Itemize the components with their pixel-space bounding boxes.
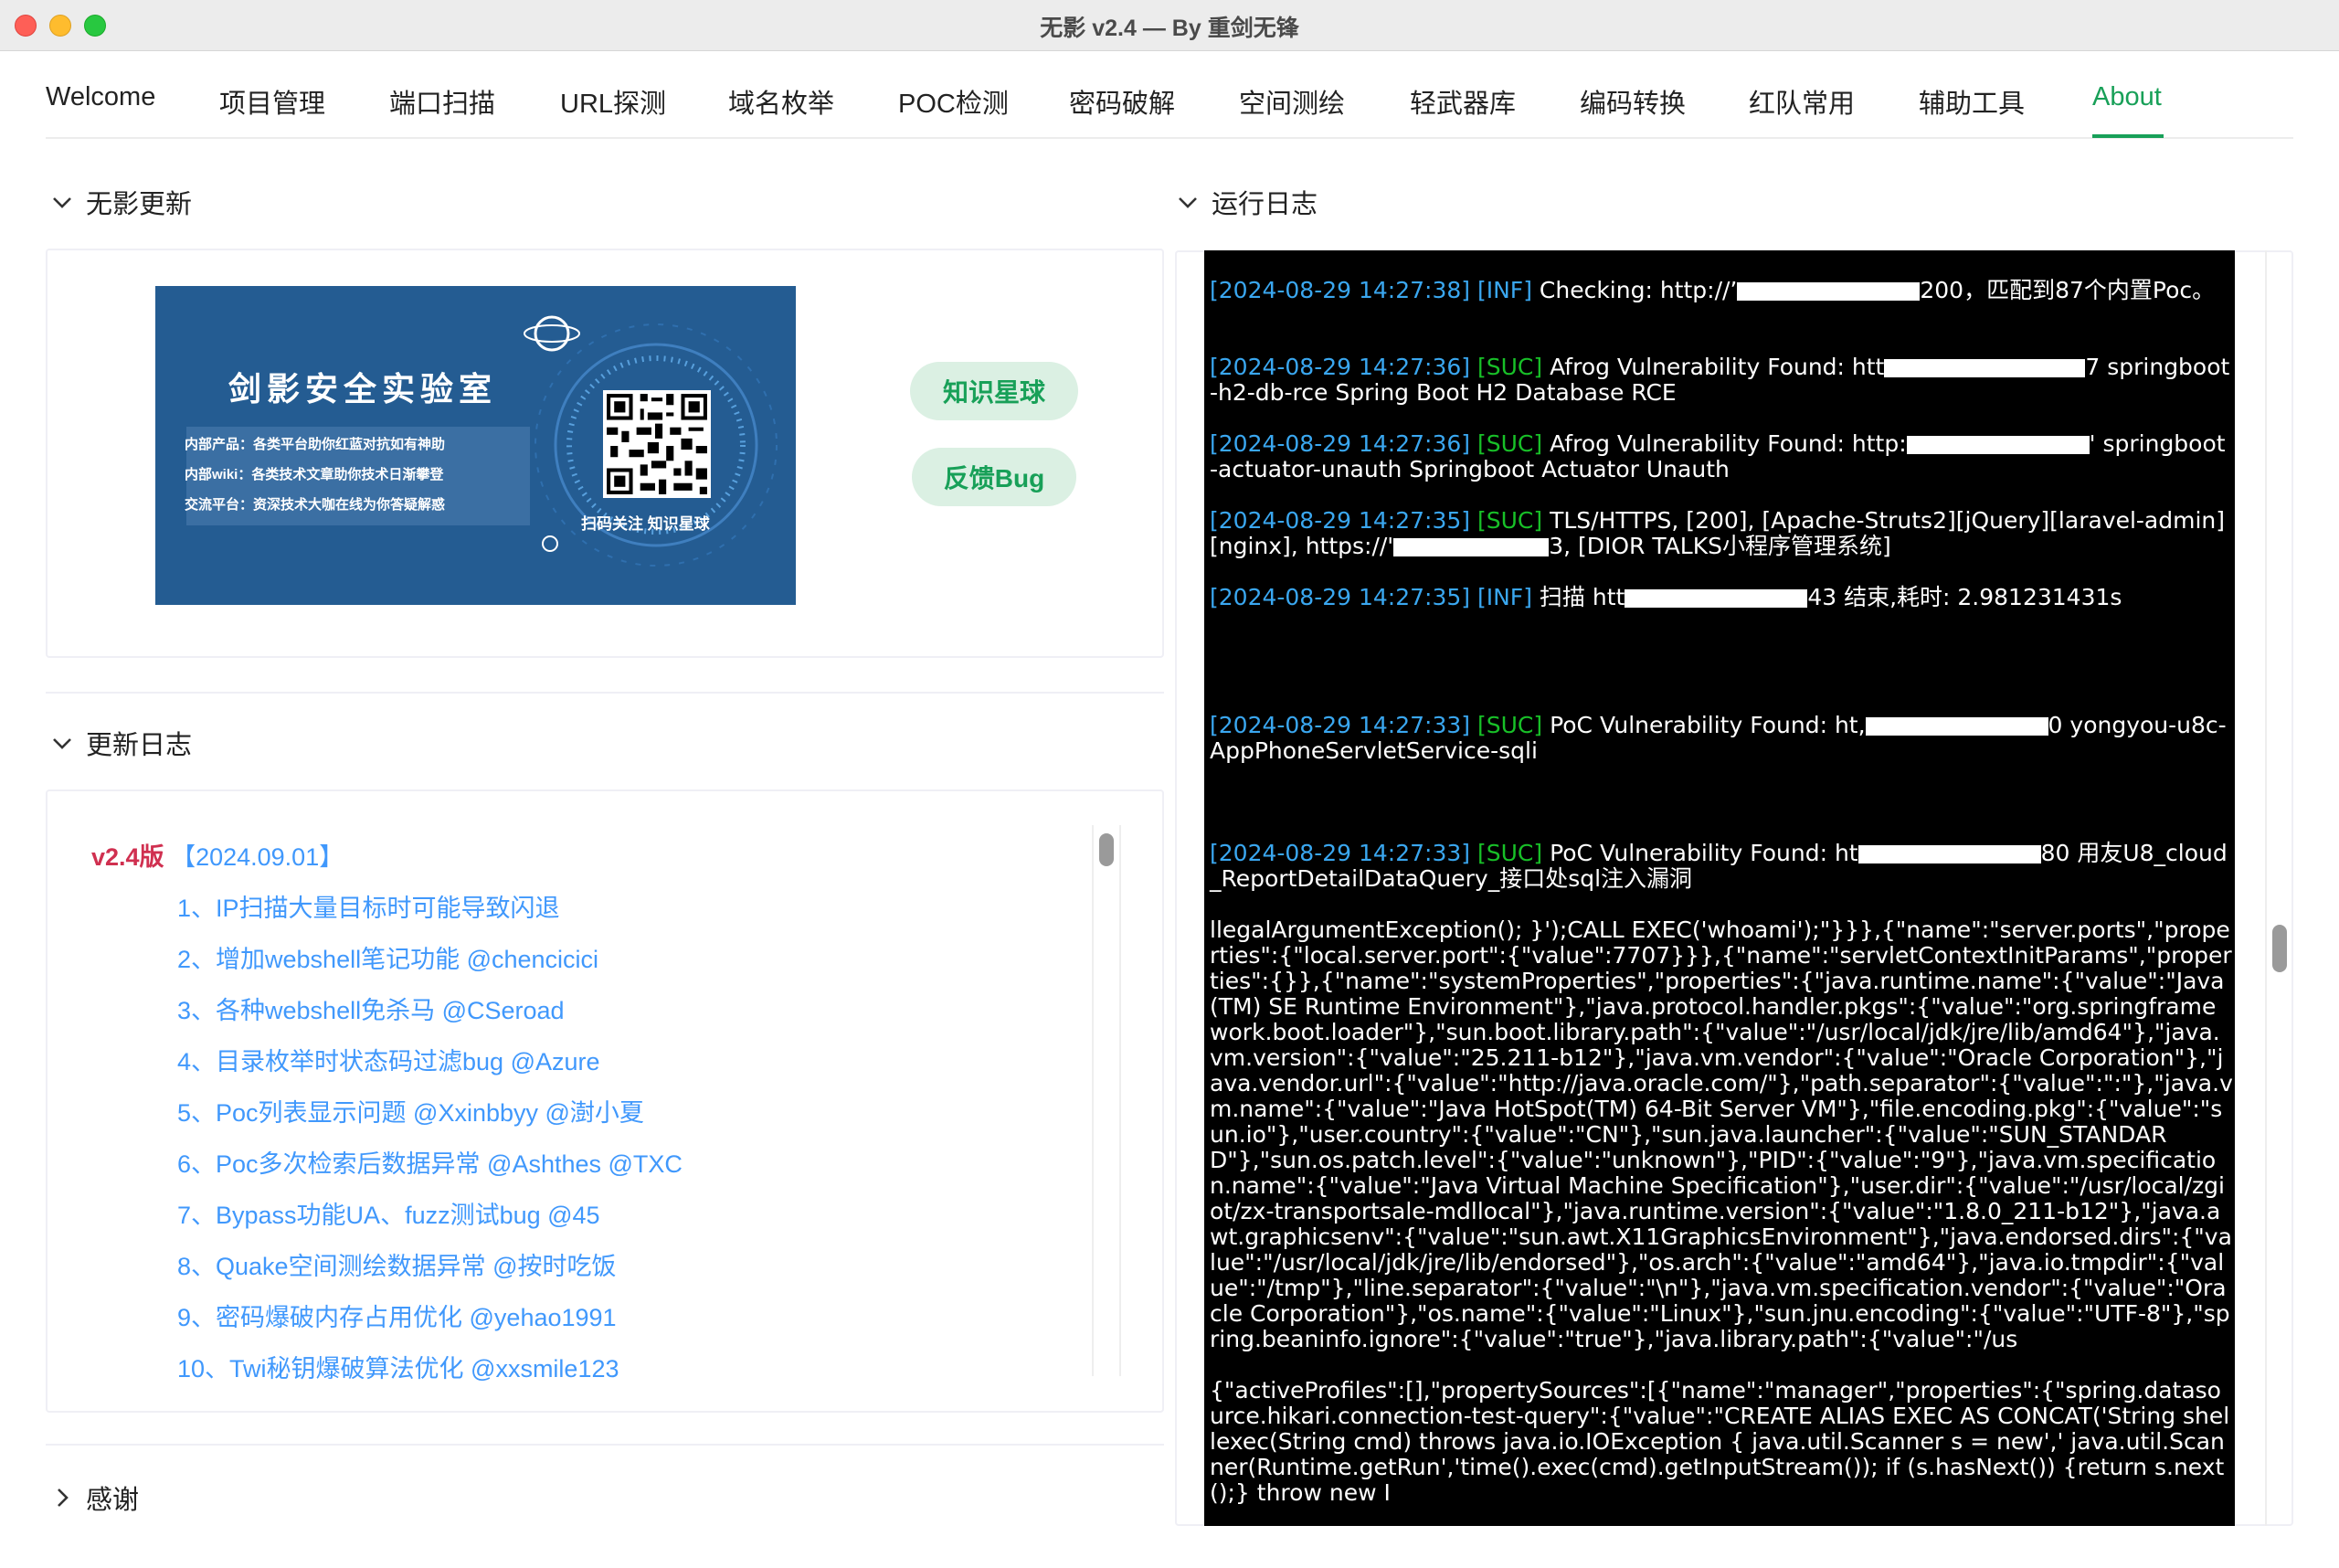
redaction-mask <box>1857 845 2041 863</box>
update-section-title: 无影更新 <box>86 190 193 219</box>
redaction-mask <box>1393 538 1550 556</box>
qr-code-icon <box>603 390 711 498</box>
chevron-down-icon <box>1179 197 1197 208</box>
banner-line: 内部产品：各类平台助你红蓝对抗如有神助 <box>185 437 446 452</box>
thanks-section-header[interactable]: 感谢 <box>48 1478 139 1517</box>
log-entry: llegalArgumentException(); }');CALL EXEC… <box>1210 916 2233 1352</box>
tab-encoding[interactable]: 编码转换 <box>1580 82 1686 121</box>
changelog-item: 8、Quake空间测绘数据异常 @按时吃饭 <box>177 1253 617 1280</box>
tab-space-mapping[interactable]: 空间测绘 <box>1239 82 1345 121</box>
changelog-scrollbar[interactable] <box>1092 825 1121 1376</box>
banner-info-box: 内部产品：各类平台助你红蓝对抗如有神助 内部wiki：各类技术文章助你技术日渐攀… <box>185 427 530 525</box>
changelog-item: 5、Poc列表显示问题 @Xxinbbyy @澍小夏 <box>177 1099 644 1127</box>
changelog-section-title: 更新日志 <box>86 731 193 760</box>
chevron-down-icon <box>53 738 71 749</box>
changelog-item: 3、各种webshell免杀马 @CSeroad <box>177 997 565 1024</box>
redaction-mask <box>1737 282 1921 301</box>
section-divider <box>46 692 1164 694</box>
active-tab-indicator <box>2092 134 2164 138</box>
changelog-section-header[interactable]: 更新日志 <box>48 724 192 762</box>
thanks-section-title: 感谢 <box>86 1486 140 1515</box>
tab-red-team[interactable]: 红队常用 <box>1749 82 1855 121</box>
banner-line: 内部wiki：各类技术文章助你技术日渐攀登 <box>185 467 444 482</box>
tab-light-arsenal[interactable]: 轻武器库 <box>1410 82 1516 121</box>
changelog-scroll-thumb[interactable] <box>1099 833 1114 866</box>
report-bug-button[interactable]: 反馈Bug <box>912 448 1076 506</box>
tab-port-scan[interactable]: 端口扫描 <box>389 82 495 121</box>
app-window: 无影 v2.4 — By 重剑无锋 Welcome 项目管理 端口扫描 URL探… <box>0 0 2339 1568</box>
knowledge-planet-button[interactable]: 知识星球 <box>910 362 1078 420</box>
redaction-mask <box>1625 589 1808 608</box>
tab-poc-check[interactable]: POC检测 <box>898 82 1009 121</box>
log-entry: [2024-08-29 14:27:36] [SUC] Afrog Vulner… <box>1210 354 2230 406</box>
log-scroll-thumb[interactable] <box>2272 925 2287 972</box>
redaction-mask <box>1884 359 2086 377</box>
redaction-mask <box>1865 717 2048 736</box>
title-bar: 无影 v2.4 — By 重剑无锋 <box>0 0 2339 51</box>
run-log-console[interactable]: [2024-08-29 14:27:38] [INF] Checking: ht… <box>1204 250 2235 1526</box>
banner-scan-text: 扫码关注 知识星球 <box>581 515 710 533</box>
tab-about[interactable]: About <box>2092 82 2162 112</box>
tab-aux-tools[interactable]: 辅助工具 <box>1919 82 2025 121</box>
changelog-item: 10、Twi秘钥爆破算法优化 @xxsmile123 <box>177 1355 619 1383</box>
changelog-item: 9、密码爆破内存占用优化 @yehao1991 <box>177 1304 617 1331</box>
window-title: 无影 v2.4 — By 重剑无锋 <box>1040 16 1299 41</box>
banner-line: 交流平台：资深技术大咖在线为你答疑解惑 <box>185 497 446 513</box>
chevron-down-icon <box>53 197 71 208</box>
chevron-right-icon <box>58 1489 69 1507</box>
log-entry: [2024-08-29 14:27:35] [SUC] TLS/HTTPS, [… <box>1210 507 2226 559</box>
section-divider <box>46 1444 1164 1446</box>
update-section-header[interactable]: 无影更新 <box>48 183 192 221</box>
changelog-version-line: v2.4版 【2024.09.01】 <box>91 837 344 873</box>
tab-domain-enum[interactable]: 域名枚举 <box>728 82 834 121</box>
changelog-version: v2.4版 <box>91 843 164 871</box>
tab-url-probe[interactable]: URL探测 <box>560 82 666 121</box>
log-entry: [2024-08-29 14:27:36] [SUC] Afrog Vulner… <box>1210 430 2226 482</box>
changelog-item: 6、Poc多次检索后数据异常 @Ashthes @TXC <box>177 1150 683 1178</box>
log-entry: {"activeProfiles":[],"propertySources":[… <box>1210 1377 2230 1506</box>
tab-welcome[interactable]: Welcome <box>46 82 155 112</box>
lab-banner-image: 剑影安全实验室 内部产品：各类平台助你红蓝对抗如有神助 内部wiki：各类技术文… <box>155 286 796 605</box>
tab-password-crack[interactable]: 密码破解 <box>1069 82 1175 121</box>
log-section-title: 运行日志 <box>1212 190 1318 219</box>
changelog-item: 2、增加webshell笔记功能 @chencicici <box>177 946 599 973</box>
tab-project-management[interactable]: 项目管理 <box>219 82 325 121</box>
changelog-item: 7、Bypass功能UA、fuzz测试bug @45 <box>177 1202 600 1229</box>
redaction-mask <box>1906 436 2090 454</box>
banner-title: 剑影安全实验室 <box>228 370 498 408</box>
log-entry: [2024-08-29 14:27:38] [INF] Checking: ht… <box>1210 277 2216 303</box>
log-scrollbar[interactable] <box>2265 250 2294 1526</box>
main-tabs: Welcome 项目管理 端口扫描 URL探测 域名枚举 POC检测 密码破解 … <box>46 51 2293 139</box>
changelog-item: 4、目录枚举时状态码过滤bug @Azure <box>177 1048 600 1075</box>
log-entry: [2024-08-29 14:27:35] [INF] 扫描 htt 43 结束,… <box>1210 584 2122 610</box>
changelog-date: 【2024.09.01】 <box>171 843 344 871</box>
changelog-item: 1、IP扫描大量目标时可能导致闪退 <box>177 895 560 922</box>
log-section-header[interactable]: 运行日志 <box>1173 183 1318 221</box>
log-entry: [2024-08-29 14:27:33] [SUC] PoC Vulnerab… <box>1210 840 2228 892</box>
log-entry: [2024-08-29 14:27:33] [SUC] PoC Vulnerab… <box>1210 712 2227 764</box>
